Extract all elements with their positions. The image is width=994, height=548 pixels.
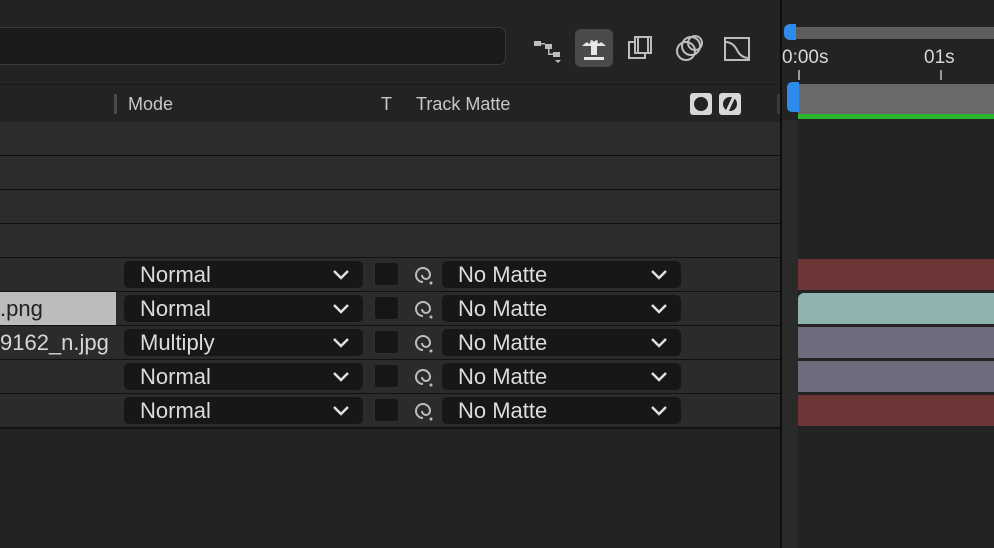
- timeline-toolbar: [0, 0, 780, 84]
- mode-value: Normal: [140, 262, 211, 287]
- chevron-down-icon: [651, 304, 667, 314]
- chevron-down-icon: [651, 372, 667, 382]
- matte-alpha-icon[interactable]: [690, 93, 712, 115]
- ruler-tick: [940, 70, 942, 80]
- track-matte-dropdown[interactable]: No Matte: [442, 261, 681, 288]
- chevron-down-icon: [333, 406, 349, 416]
- preserve-transparency-checkbox[interactable]: [374, 296, 399, 320]
- chevron-down-icon: [333, 372, 349, 382]
- layer-duration-bar[interactable]: [798, 361, 994, 392]
- pickwhip-icon[interactable]: [410, 296, 436, 322]
- chevron-down-icon: [333, 304, 349, 314]
- pickwhip-icon[interactable]: [410, 398, 436, 424]
- preserve-transparency-checkbox[interactable]: [374, 262, 399, 286]
- timeline-gutter: [782, 120, 798, 548]
- layer-name[interactable]: 9162_n.jpg: [0, 326, 116, 359]
- column-header-row: Mode T Track Matte: [0, 84, 780, 123]
- mode-dropdown[interactable]: Normal: [124, 397, 363, 424]
- track-matte-dropdown[interactable]: No Matte: [442, 295, 681, 322]
- motion-blur-icon[interactable]: [670, 29, 708, 67]
- mode-dropdown[interactable]: Normal: [124, 363, 363, 390]
- chevron-down-icon: [651, 338, 667, 348]
- pickwhip-icon[interactable]: [410, 330, 436, 356]
- mode-dropdown[interactable]: Normal: [124, 295, 363, 322]
- layer-row[interactable]: Normal No Matte: [0, 394, 780, 429]
- preserve-transparency-checkbox[interactable]: [374, 364, 399, 388]
- layer-row[interactable]: .png Normal No Matte: [0, 292, 780, 327]
- pickwhip-icon[interactable]: [410, 262, 436, 288]
- track-matte-dropdown[interactable]: No Matte: [442, 363, 681, 390]
- mode-dropdown[interactable]: Normal: [124, 261, 363, 288]
- time-navigator-bar[interactable]: [792, 27, 994, 39]
- chevron-down-icon: [651, 270, 667, 280]
- layer-duration-bar[interactable]: [798, 293, 994, 324]
- layer-search-input[interactable]: [0, 27, 506, 65]
- draft-3d-icon[interactable]: [575, 29, 613, 67]
- layer-duration-bar[interactable]: [798, 395, 994, 426]
- column-divider[interactable]: [114, 94, 117, 114]
- property-row: [0, 224, 780, 259]
- track-matte-value: No Matte: [458, 262, 548, 287]
- graph-editor-icon[interactable]: [718, 29, 756, 67]
- chevron-down-icon: [333, 270, 349, 280]
- time-ruler-label-1: 01s: [924, 47, 955, 68]
- property-row: [0, 190, 780, 225]
- property-row: [0, 156, 780, 191]
- layer-name[interactable]: [0, 394, 116, 427]
- layer-duration-bar[interactable]: [798, 327, 994, 358]
- layer-row[interactable]: Normal No Matte: [0, 360, 780, 395]
- preserve-transparency-checkbox[interactable]: [374, 330, 399, 354]
- layer-duration-bar[interactable]: [798, 259, 994, 290]
- layer-row[interactable]: Normal No Matte: [0, 258, 780, 293]
- playhead-handle[interactable]: [787, 82, 799, 112]
- layer-name[interactable]: [0, 360, 116, 393]
- work-area-indicator: [798, 114, 994, 119]
- flowchart-icon[interactable]: [528, 29, 566, 67]
- t-column-header[interactable]: T: [381, 94, 392, 115]
- ruler-tick: [798, 70, 800, 80]
- mode-value: Normal: [140, 364, 211, 389]
- mode-value: Multiply: [140, 330, 215, 355]
- chevron-down-icon: [333, 338, 349, 348]
- frame-blending-icon[interactable]: [622, 29, 660, 67]
- track-matte-column-header[interactable]: Track Matte: [416, 94, 510, 115]
- track-matte-dropdown[interactable]: No Matte: [442, 397, 681, 424]
- timeline-panel[interactable]: 0:00s 01s: [780, 0, 994, 548]
- mode-dropdown[interactable]: Multiply: [124, 329, 363, 356]
- time-navigator-start-handle[interactable]: [784, 24, 796, 40]
- mode-column-header[interactable]: Mode: [128, 94, 173, 115]
- property-row: [0, 122, 780, 157]
- track-matte-value: No Matte: [458, 398, 548, 423]
- track-matte-dropdown[interactable]: No Matte: [442, 329, 681, 356]
- track-matte-value: No Matte: [458, 330, 548, 355]
- layer-name[interactable]: [0, 258, 116, 291]
- time-ruler-label-0: 0:00s: [782, 47, 829, 68]
- layer-name[interactable]: .png: [0, 292, 116, 325]
- track-matte-value: No Matte: [458, 296, 548, 321]
- chevron-down-icon: [651, 406, 667, 416]
- work-area-bar[interactable]: [798, 84, 994, 114]
- mode-value: Normal: [140, 296, 211, 321]
- layer-row[interactable]: 9162_n.jpg Multiply No Matte: [0, 326, 780, 361]
- pickwhip-icon[interactable]: [410, 364, 436, 390]
- matte-inverted-icon[interactable]: [719, 93, 741, 115]
- mode-value: Normal: [140, 398, 211, 423]
- preserve-transparency-checkbox[interactable]: [374, 398, 399, 422]
- track-matte-value: No Matte: [458, 364, 548, 389]
